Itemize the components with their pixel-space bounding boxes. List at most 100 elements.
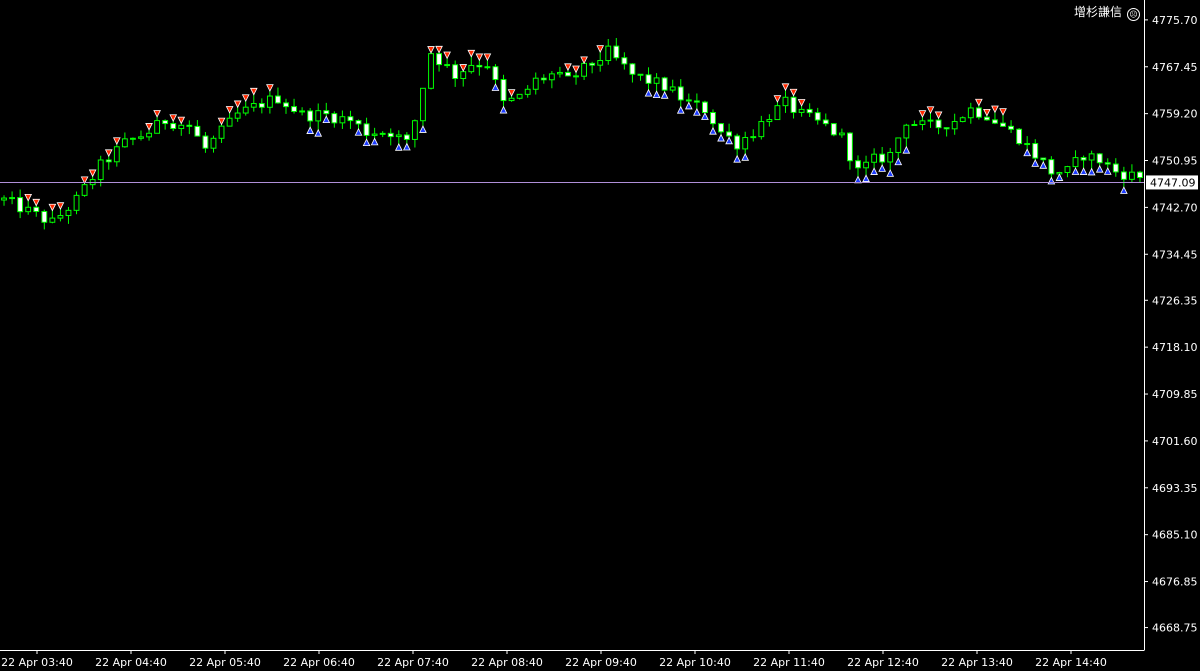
buy-arrow-marker: [370, 137, 379, 146]
candle-body: [573, 75, 579, 78]
sell-arrow-marker: [427, 46, 435, 54]
buy-arrow-marker: [1103, 167, 1112, 175]
candle-body: [395, 134, 402, 138]
candle-body: [162, 120, 169, 125]
candle-body: [653, 77, 660, 84]
candle-body: [556, 71, 563, 75]
indicator-name: 增杉謙信: [1073, 5, 1122, 19]
y-tick-label: 4750.95: [1152, 155, 1198, 168]
y-tick-label: 4676.85: [1152, 576, 1198, 589]
candle-body: [830, 123, 837, 136]
candle-body: [1000, 122, 1006, 127]
candle-body: [895, 137, 902, 153]
y-tick-label: 4759.20: [1152, 108, 1198, 121]
buy-arrow-marker: [693, 107, 701, 116]
candle-body: [492, 66, 499, 81]
candle-body: [983, 116, 990, 121]
sell-arrow-marker: [580, 56, 588, 65]
y-tick-label: 4767.45: [1152, 61, 1198, 74]
candle-body: [790, 96, 797, 113]
candle-body: [226, 117, 233, 127]
sell-arrow-marker: [112, 137, 121, 146]
sell-arrow-marker: [153, 110, 161, 118]
candle-body: [65, 209, 72, 217]
candle-body: [943, 127, 950, 130]
candle-body: [49, 217, 56, 223]
buy-arrow-marker: [894, 157, 903, 166]
candle-body: [194, 125, 201, 137]
candle-body: [452, 64, 459, 80]
sell-arrow-marker: [169, 114, 178, 123]
candle-body: [1080, 157, 1087, 161]
candle-body: [291, 106, 297, 112]
candle-body: [460, 71, 467, 80]
sell-arrow-marker: [999, 108, 1007, 116]
candle-body: [516, 93, 523, 99]
candle-body: [355, 120, 362, 125]
buy-arrow-marker: [354, 127, 363, 136]
buy-arrow-marker: [902, 145, 911, 154]
x-tick-label: 22 Apr 11:40: [753, 656, 825, 669]
candle-body: [758, 121, 765, 138]
candle-body: [476, 64, 483, 68]
sell-arrow-marker: [177, 116, 186, 125]
sell-arrow-marker: [249, 87, 258, 96]
sell-arrow-marker: [773, 95, 782, 103]
candle-body: [919, 120, 926, 126]
buy-arrow-marker: [1095, 164, 1104, 173]
candle-body: [33, 206, 40, 212]
candle-body: [1032, 143, 1039, 159]
y-tick-label: 4701.60: [1152, 435, 1198, 448]
candle-body: [685, 99, 692, 102]
frown-face-icon[interactable]: ☹: [1127, 8, 1140, 21]
candle-body: [1112, 163, 1119, 173]
buy-arrow-marker: [1055, 173, 1064, 181]
buy-arrow-marker: [1079, 167, 1088, 175]
sell-arrow-marker: [459, 64, 468, 72]
buy-arrow-marker: [1087, 167, 1096, 176]
candle-body: [347, 116, 354, 122]
candle-body: [299, 110, 306, 113]
candle-body: [202, 135, 209, 149]
x-tick-label: 22 Apr 13:40: [941, 656, 1013, 669]
candle-body: [693, 100, 700, 103]
buy-arrow-marker: [660, 91, 669, 99]
candle-body: [97, 159, 104, 181]
candle-body: [411, 120, 418, 140]
candle-body: [1137, 171, 1143, 179]
candle-body: [234, 112, 241, 119]
candle-body: [1064, 166, 1071, 174]
y-tick-label: 4709.85: [1152, 388, 1198, 401]
y-tick-label: 4693.35: [1152, 482, 1198, 495]
y-tick-label: 4726.35: [1152, 294, 1198, 307]
x-tick-label: 22 Apr 06:40: [283, 656, 355, 669]
candle-body: [677, 86, 684, 101]
candle-body: [718, 123, 724, 133]
buy-arrow-marker: [314, 128, 323, 137]
candle-body: [798, 108, 805, 113]
candle-body: [1096, 153, 1103, 164]
sell-arrow-marker: [991, 105, 999, 114]
buy-arrow-marker: [701, 112, 709, 120]
sell-arrow-marker: [88, 169, 97, 178]
sell-arrow-marker: [475, 53, 484, 62]
candle-body: [1104, 162, 1111, 165]
candle-body: [250, 103, 257, 108]
candle-body: [750, 136, 757, 139]
buy-arrow-marker: [870, 167, 878, 175]
buy-arrow-marker: [854, 175, 862, 184]
sell-arrow-marker: [974, 98, 983, 107]
candle-body: [186, 124, 193, 127]
candle-body: [258, 103, 265, 108]
candle-body: [315, 110, 322, 122]
sell-arrow-marker: [983, 108, 991, 117]
sell-arrow-marker: [781, 83, 790, 92]
candle-body: [782, 96, 789, 107]
buy-arrow-marker: [644, 88, 653, 97]
candle-body: [363, 123, 370, 136]
sell-arrow-marker: [32, 198, 41, 207]
sell-arrow-marker: [104, 149, 113, 158]
buy-arrow-marker: [725, 136, 733, 145]
price-chart[interactable]: 4775.70 4767.45 4759.20 4750.95 4742.70 4734.…: [0, 0, 1200, 671]
candle-body: [218, 125, 225, 139]
